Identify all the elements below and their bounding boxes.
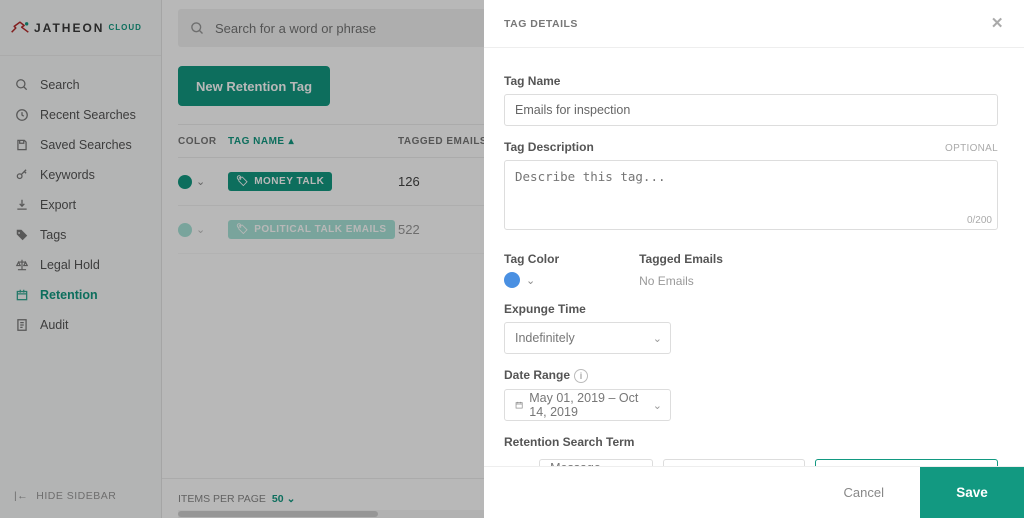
chevron-down-icon: ⌄	[653, 399, 662, 412]
tag-name-label: Tag Name	[504, 74, 998, 88]
chevron-down-icon: ⌄	[526, 274, 535, 287]
tagged-emails-value: No Emails	[639, 274, 723, 288]
close-button[interactable]: ✕	[991, 16, 1004, 31]
expunge-time-select[interactable]: Indefinitely⌄	[504, 322, 671, 354]
optional-label: OPTIONAL	[945, 143, 998, 154]
char-counter: 0/200	[498, 215, 992, 226]
search-term-row: And Message (Subjec...⌄ Contains Any⌄	[504, 459, 998, 466]
tag-desc-label: Tag Description OPTIONAL	[504, 140, 998, 154]
help-icon[interactable]: i	[574, 369, 588, 383]
retention-search-term-label: Retention Search Term	[504, 435, 998, 449]
date-range-select[interactable]: May 01, 2019 – Oct 14, 2019⌄	[504, 389, 671, 421]
condition-select[interactable]: Contains Any⌄	[663, 459, 805, 466]
panel-header: TAG DETAILS ✕	[484, 0, 1024, 48]
chevron-down-icon: ⌄	[653, 332, 662, 345]
expunge-time-label: Expunge Time	[504, 302, 998, 316]
panel-footer: Cancel Save	[484, 466, 1024, 518]
tag-details-panel: TAG DETAILS ✕ Tag Name Tag Description O…	[484, 0, 1024, 518]
tag-color-label: Tag Color	[504, 252, 559, 266]
term-value-input[interactable]	[815, 459, 998, 466]
panel-body: Tag Name Tag Description OPTIONAL 0/200 …	[484, 48, 1024, 466]
panel-title: TAG DETAILS	[504, 18, 578, 30]
cancel-button[interactable]: Cancel	[832, 485, 896, 500]
save-button[interactable]: Save	[920, 467, 1024, 518]
color-dot-icon	[504, 272, 520, 288]
calendar-icon	[515, 399, 523, 411]
tagged-emails-label: Tagged Emails	[639, 252, 723, 266]
field-select[interactable]: Message (Subjec...⌄	[539, 459, 652, 466]
tag-name-input[interactable]	[504, 94, 998, 126]
date-range-label: Date Rangei	[504, 368, 998, 383]
tag-color-picker[interactable]: ⌄	[504, 272, 559, 288]
